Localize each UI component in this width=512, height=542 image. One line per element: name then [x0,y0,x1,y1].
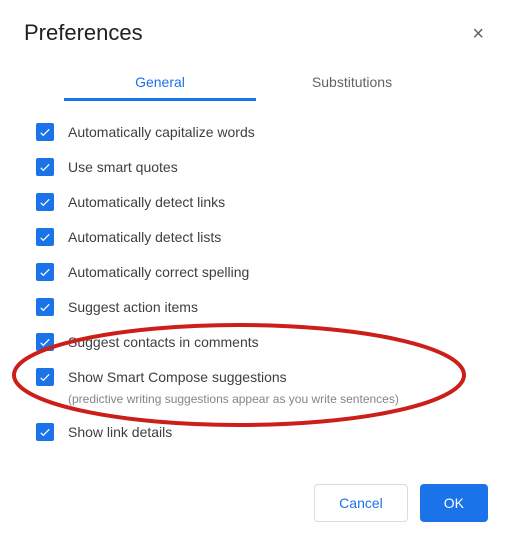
tab-general[interactable]: General [64,66,256,101]
option-detect-lists: Automatically detect lists [36,228,488,246]
option-label: Automatically detect links [68,193,225,211]
checkbox-correct-spelling[interactable] [36,263,54,281]
option-smart-compose: Show Smart Compose suggestions (predicti… [36,368,488,406]
checkmark-icon [38,265,52,279]
option-detect-links: Automatically detect links [36,193,488,211]
option-action-items: Suggest action items [36,298,488,316]
checkmark-icon [38,125,52,139]
checkbox-capitalize[interactable] [36,123,54,141]
option-link-details: Show link details [36,423,488,441]
checkbox-detect-links[interactable] [36,193,54,211]
checkmark-icon [38,425,52,439]
checkbox-smart-quotes[interactable] [36,158,54,176]
cancel-button[interactable]: Cancel [314,484,408,522]
checkmark-icon [38,335,52,349]
option-label: Automatically detect lists [68,228,221,246]
checkbox-action-items[interactable] [36,298,54,316]
option-label: Suggest action items [68,298,198,316]
checkmark-icon [38,300,52,314]
checkbox-detect-lists[interactable] [36,228,54,246]
checkmark-icon [38,160,52,174]
option-description: (predictive writing suggestions appear a… [68,392,399,406]
option-suggest-contacts: Suggest contacts in comments [36,333,488,351]
option-label: Automatically correct spelling [68,263,249,281]
preferences-dialog: Preferences × General Substitutions Auto… [0,0,512,542]
option-label: Show Smart Compose suggestions [68,368,399,386]
option-label: Automatically capitalize words [68,123,255,141]
close-icon[interactable]: × [468,20,488,48]
option-correct-spelling: Automatically correct spelling [36,263,488,281]
checkbox-link-details[interactable] [36,423,54,441]
option-capitalize: Automatically capitalize words [36,123,488,141]
options-list: Automatically capitalize words Use smart… [24,123,488,441]
checkmark-icon [38,370,52,384]
option-label: Show link details [68,423,172,441]
ok-button[interactable]: OK [420,484,488,522]
dialog-header: Preferences × [24,20,488,48]
option-label: Suggest contacts in comments [68,333,259,351]
tab-substitutions[interactable]: Substitutions [256,66,448,101]
checkmark-icon [38,195,52,209]
tab-bar: General Substitutions [24,66,488,101]
checkbox-suggest-contacts[interactable] [36,333,54,351]
option-smart-quotes: Use smart quotes [36,158,488,176]
checkmark-icon [38,230,52,244]
option-label: Use smart quotes [68,158,178,176]
dialog-title: Preferences [24,20,143,46]
dialog-footer: Cancel OK [314,484,488,522]
checkbox-smart-compose[interactable] [36,368,54,386]
